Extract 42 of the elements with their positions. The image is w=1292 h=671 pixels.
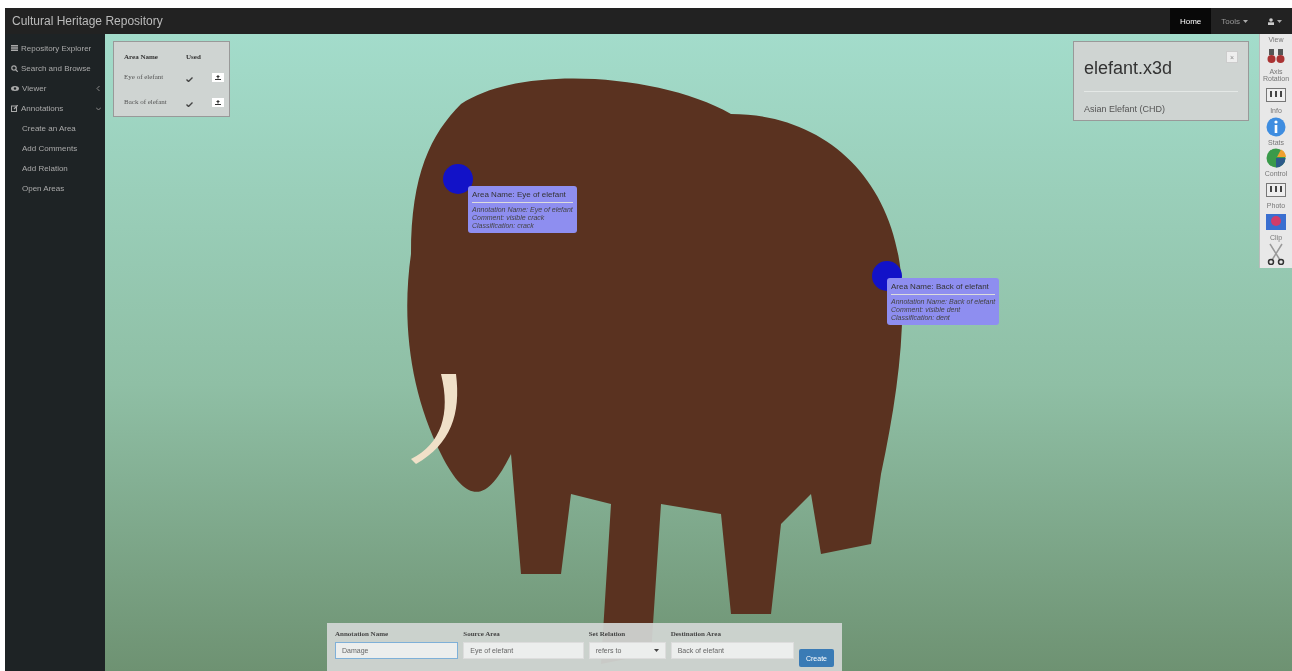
brand-title[interactable]: Cultural Heritage Repository <box>5 8 170 34</box>
info-icon <box>1266 116 1286 137</box>
caret-icon <box>1277 19 1282 23</box>
caret-icon <box>1243 19 1248 23</box>
upload-button[interactable] <box>212 97 224 107</box>
sidebar-subitem[interactable]: Add Comments <box>5 138 105 158</box>
nav-link[interactable]: Tools <box>1211 8 1258 34</box>
tooltip-title: Area Name: Back of elefant <box>891 282 996 295</box>
upload-icon <box>215 74 221 80</box>
tool-button[interactable] <box>1265 211 1287 232</box>
sidebar-subitem[interactable]: Open Areas <box>5 178 105 198</box>
sidebar-item[interactable]: Search and Browse <box>5 58 105 78</box>
sidebar-item[interactable]: Viewer <box>5 78 105 98</box>
nav-link[interactable]: Home <box>1169 8 1212 34</box>
model-title: elefant.x3d <box>1084 58 1174 79</box>
tool-button[interactable] <box>1265 148 1287 169</box>
sidebar-label: Repository Explorer <box>21 43 92 53</box>
tooltip-title: Area Name: Eye of elefant <box>472 190 573 203</box>
upload-icon <box>215 99 221 105</box>
user-icon <box>1268 17 1274 25</box>
pie-chart-icon <box>1266 148 1286 169</box>
search-icon <box>11 64 18 72</box>
caret-icon <box>653 649 659 652</box>
3d-viewport[interactable] <box>105 34 1292 671</box>
model-description: Asian Elefant (CHD) <box>1084 104 1167 114</box>
tool-button[interactable] <box>1265 243 1287 264</box>
sidebar-label: Search and Browse <box>21 63 91 73</box>
sidebar-label: Annotations <box>21 103 64 113</box>
list-icon <box>11 45 18 51</box>
binoculars-icon <box>1267 46 1285 65</box>
sidebar-subitem[interactable]: Create an Area <box>5 118 105 138</box>
upload-button[interactable] <box>212 72 224 82</box>
edit-icon <box>11 104 18 112</box>
sidebar-item[interactable]: Annotations <box>5 98 105 118</box>
control-panel-icon <box>1266 88 1286 103</box>
sidebar-item[interactable]: Repository Explorer <box>5 38 105 58</box>
control-panel-icon <box>1266 183 1286 198</box>
scissors-icon <box>1267 242 1285 265</box>
sidebar-subitem[interactable]: Add Relation <box>5 158 105 178</box>
sidebar-label: Viewer <box>22 83 47 93</box>
photo-icon <box>1266 213 1286 230</box>
eye-icon <box>11 85 19 91</box>
